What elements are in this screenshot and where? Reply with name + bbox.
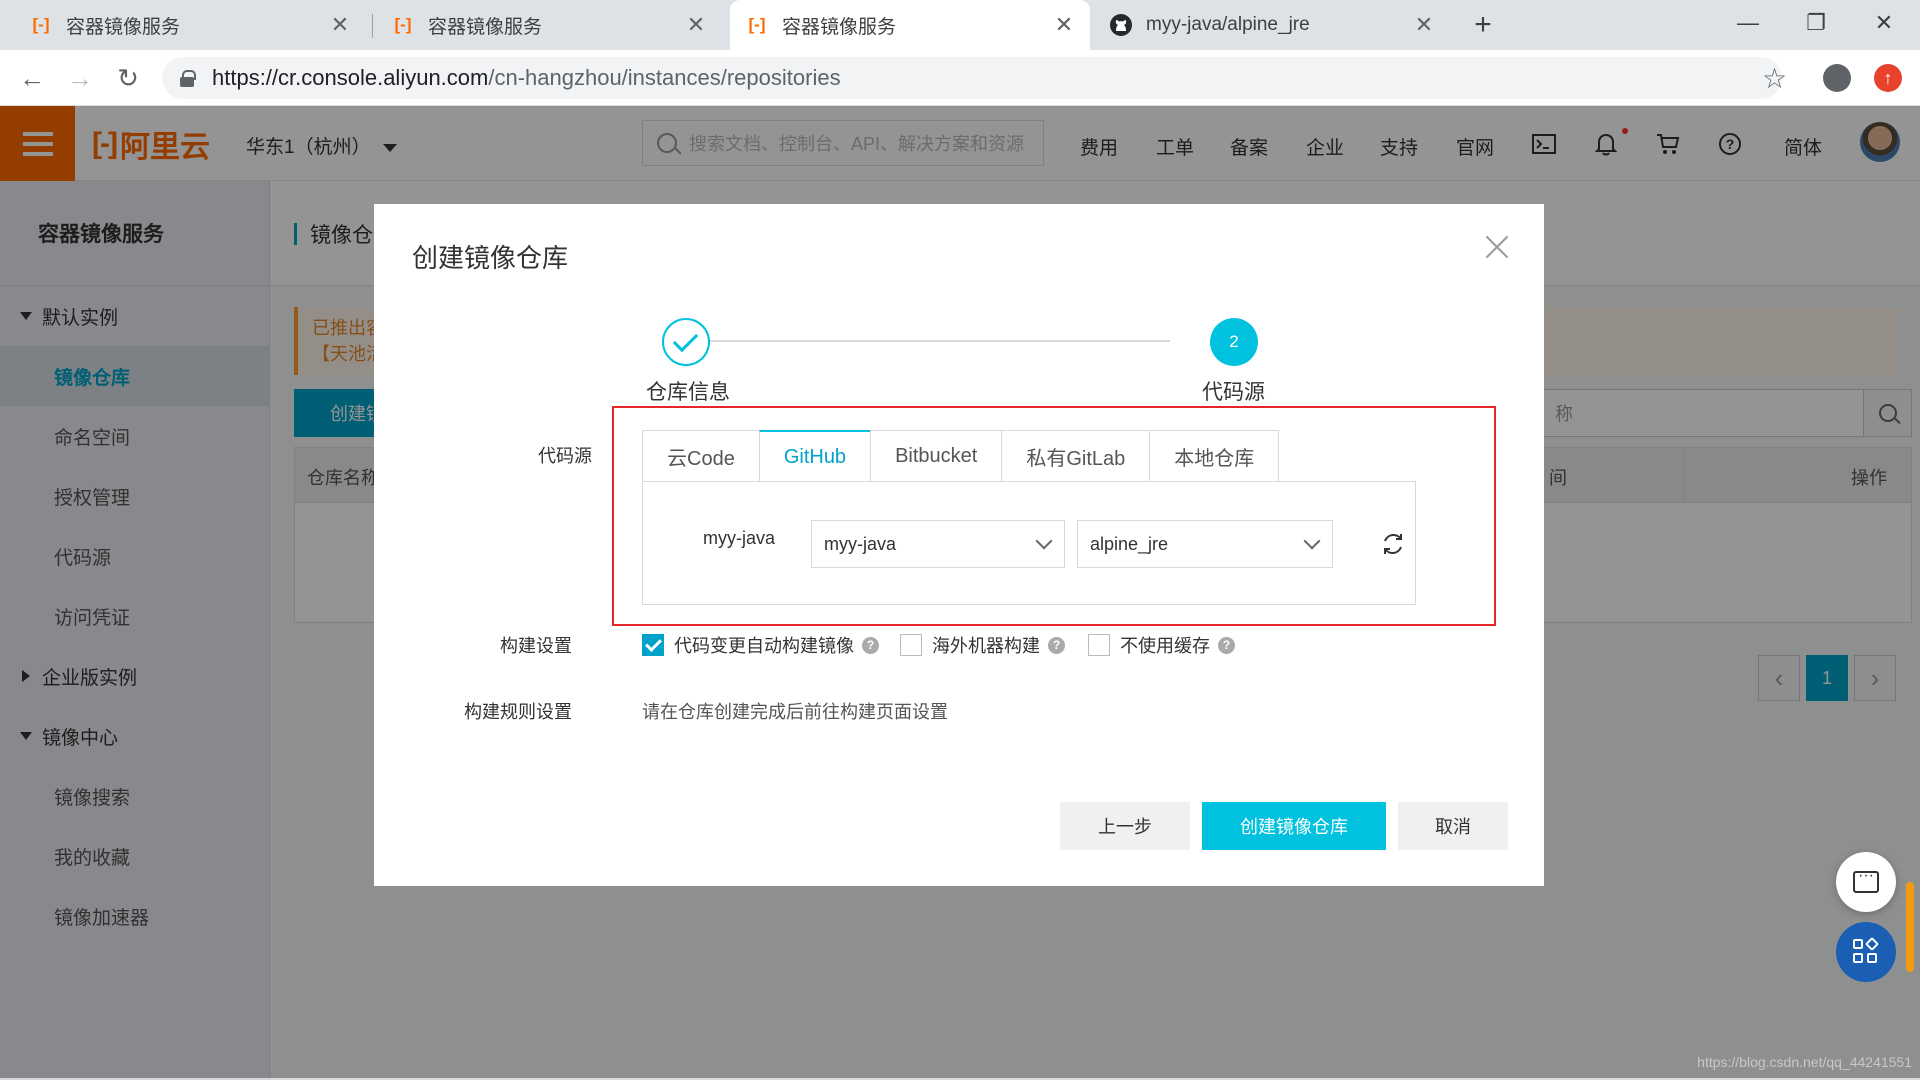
- checkbox-unchecked[interactable]: [1088, 634, 1110, 656]
- chevron-down-icon: [1035, 532, 1053, 550]
- lock-icon: [180, 70, 196, 87]
- tab-local-repo[interactable]: 本地仓库: [1149, 430, 1280, 482]
- checkbox-no-cache[interactable]: 不使用缓存 ?: [1088, 632, 1235, 658]
- close-icon[interactable]: ✕: [328, 12, 352, 38]
- build-rules-hint: 请在仓库创建完成后前往构建页面设置: [642, 702, 948, 722]
- close-icon[interactable]: ✕: [684, 12, 708, 38]
- apps-grid-icon[interactable]: [1836, 922, 1896, 982]
- browser-tabstrip: [-] 容器镜像服务 ✕ [-] 容器镜像服务 ✕ [-] 容器镜像服务 ✕ m…: [0, 0, 1920, 50]
- aliyun-icon: [-]: [32, 15, 50, 34]
- aliyun-icon: [-]: [748, 15, 766, 34]
- org-select-value: myy-java: [824, 533, 897, 554]
- browser-tab-2[interactable]: [-] 容器镜像服务 ✕: [376, 0, 722, 50]
- back-button[interactable]: ←: [14, 60, 50, 96]
- tab-title: 容器镜像服务: [782, 16, 897, 38]
- org-select[interactable]: myy-java: [811, 520, 1065, 568]
- create-repository-button[interactable]: 创建镜像仓库: [1202, 802, 1386, 850]
- close-icon[interactable]: ✕: [1052, 12, 1076, 38]
- grid-icon: [1853, 936, 1880, 965]
- step-label-code-source: 代码源: [1202, 381, 1265, 404]
- help-icon[interactable]: ?: [1218, 636, 1235, 654]
- url-host: https://cr.console.aliyun.com: [212, 65, 489, 90]
- build-rules-label: 构建规则设置: [464, 702, 572, 722]
- tab-title: 容器镜像服务: [66, 16, 181, 38]
- profile-icon[interactable]: [1823, 64, 1851, 92]
- url-path: /cn-hangzhou/instances/repositories: [488, 65, 841, 90]
- checkbox-auto-build[interactable]: 代码变更自动构建镜像 ?: [642, 632, 879, 658]
- repo-select[interactable]: alpine_jre: [1077, 520, 1333, 568]
- source-tabs: 云Code GitHub Bitbucket 私有GitLab 本地仓库: [642, 430, 1280, 483]
- github-account-label: myy-java: [703, 528, 776, 548]
- repo-select-value: alpine_jre: [1090, 533, 1169, 554]
- step-current-badge: 2: [1210, 318, 1258, 366]
- scroll-indicator[interactable]: [1906, 882, 1914, 972]
- browser-toolbar: ← → ↻ https://cr.console.aliyun.com/cn-h…: [0, 50, 1920, 106]
- window-close-button[interactable]: ✕: [1864, 6, 1904, 40]
- dialog-title: 创建镜像仓库: [412, 243, 569, 273]
- chat-icon[interactable]: [1836, 852, 1896, 912]
- close-icon[interactable]: ✕: [1412, 12, 1436, 38]
- build-settings-label: 构建设置: [500, 636, 572, 656]
- cancel-button[interactable]: 取消: [1398, 802, 1508, 850]
- tab-title: 容器镜像服务: [428, 16, 543, 38]
- tab-separator: [372, 14, 373, 38]
- checkbox-label: 不使用缓存: [1120, 636, 1210, 656]
- step-done-check-icon: [662, 318, 710, 366]
- browser-tab-4[interactable]: myy-java/alpine_jre ✕: [1094, 0, 1450, 50]
- step-label-repo-info: 仓库信息: [646, 381, 730, 404]
- browser-tab-active[interactable]: [-] 容器镜像服务 ✕: [730, 0, 1090, 50]
- help-icon[interactable]: ?: [1048, 636, 1065, 654]
- aliyun-icon: [-]: [394, 15, 412, 34]
- checkbox-label: 海外机器构建: [932, 636, 1040, 656]
- checkbox-unchecked[interactable]: [900, 634, 922, 656]
- help-icon[interactable]: ?: [862, 636, 879, 654]
- github-tab-panel: myy-java myy-java alpine_jre: [642, 481, 1416, 605]
- bookmark-star-icon[interactable]: ☆: [1762, 62, 1787, 95]
- tab-bitbucket[interactable]: Bitbucket: [870, 430, 1002, 482]
- checkbox-label: 代码变更自动构建镜像: [674, 636, 854, 656]
- minimize-button[interactable]: —: [1728, 6, 1768, 40]
- restore-button[interactable]: ❐: [1796, 6, 1836, 40]
- checkbox-checked[interactable]: [642, 634, 664, 656]
- reload-button[interactable]: ↻: [110, 60, 146, 96]
- github-icon: [1108, 14, 1134, 36]
- update-icon[interactable]: ↑: [1874, 64, 1902, 92]
- refresh-icon[interactable]: [1379, 530, 1407, 558]
- close-icon[interactable]: [1484, 234, 1510, 260]
- step-connector: [680, 340, 1170, 342]
- checkbox-overseas-build[interactable]: 海外机器构建 ?: [900, 632, 1065, 658]
- tab-github[interactable]: GitHub: [758, 430, 871, 483]
- address-bar[interactable]: https://cr.console.aliyun.com/cn-hangzho…: [162, 57, 1782, 99]
- chat-bubble-icon: [1853, 867, 1879, 893]
- tab-private-gitlab[interactable]: 私有GitLab: [1001, 430, 1150, 482]
- browser-tab-1[interactable]: [-] 容器镜像服务 ✕: [14, 0, 366, 50]
- tab-yuncode[interactable]: 云Code: [642, 430, 759, 482]
- forward-button[interactable]: →: [62, 60, 98, 96]
- new-tab-button[interactable]: +: [1466, 8, 1500, 42]
- code-source-label: 代码源: [538, 446, 592, 466]
- tab-title: myy-java/alpine_jre: [1146, 14, 1310, 35]
- create-repo-dialog: 创建镜像仓库 2 仓库信息 代码源 代码源 云Code GitHub Bitbu…: [374, 204, 1544, 886]
- prev-step-button[interactable]: 上一步: [1060, 802, 1190, 850]
- chevron-down-icon: [1303, 532, 1321, 550]
- watermark: https://blog.csdn.net/qq_44241551: [1697, 1054, 1912, 1070]
